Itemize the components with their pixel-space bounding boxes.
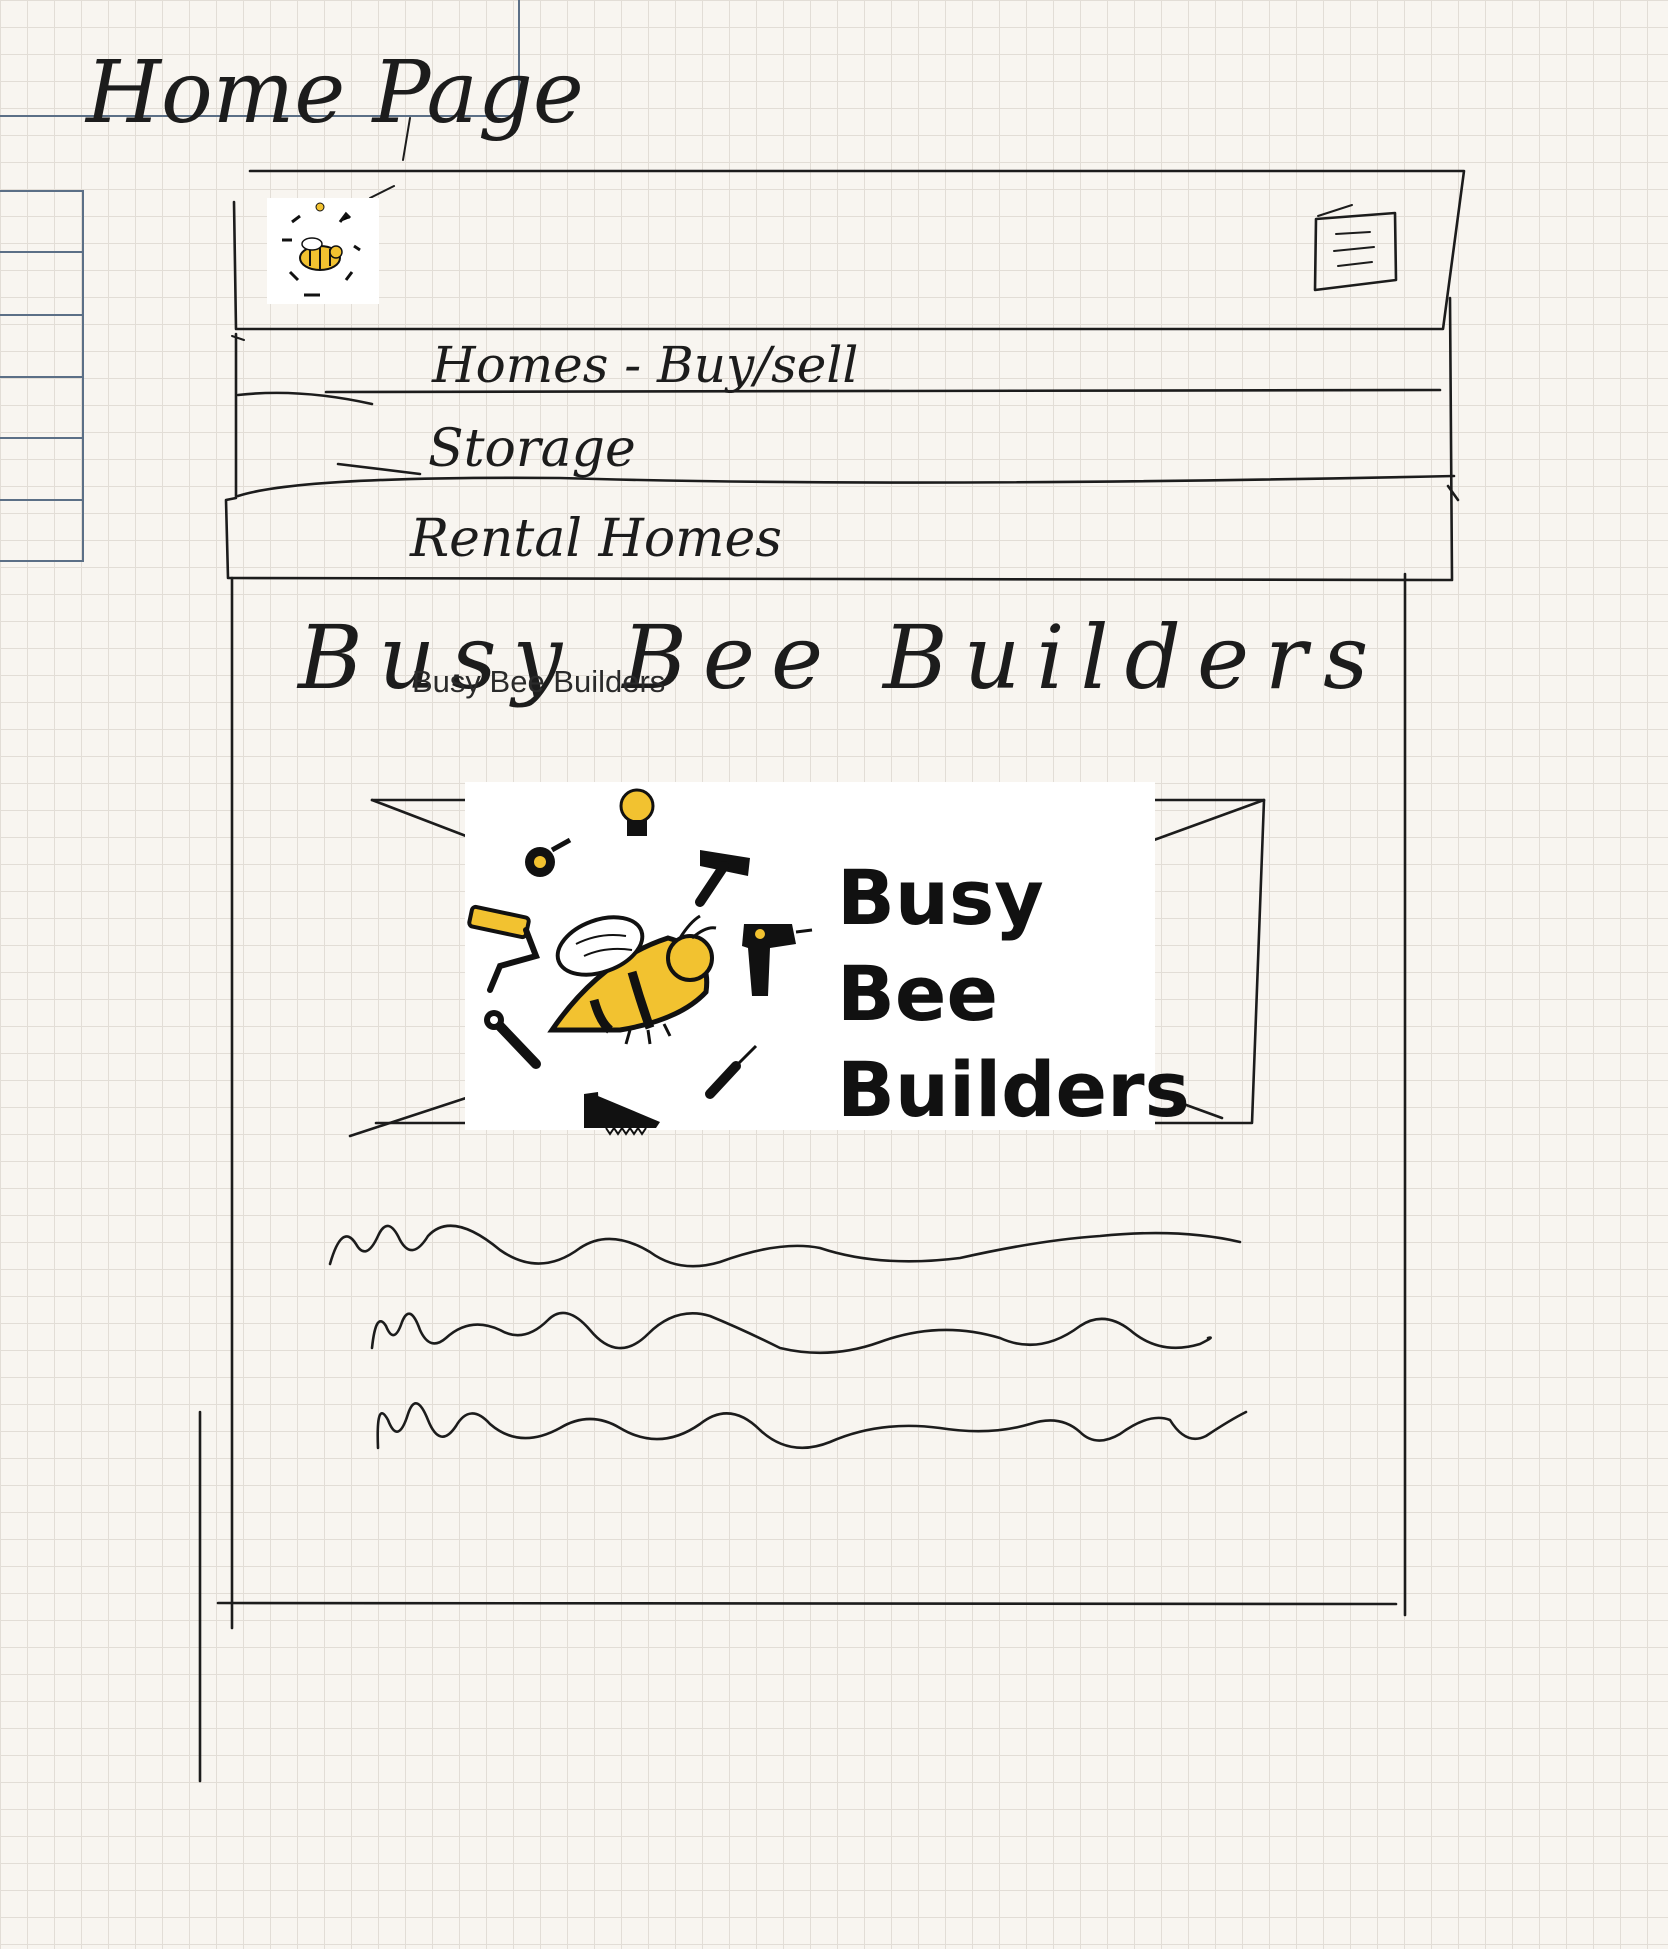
content-frame [198,572,1407,1783]
hero-logo: Busy Bee Builders [465,782,1190,1136]
hamburger-menu-icon[interactable] [1313,204,1398,292]
side-tabs [0,190,84,562]
typed-heading: Busy Bee Builders [412,664,666,699]
logo-word-busy: Busy [837,853,1044,942]
logo-word-bee: Bee [837,949,998,1038]
nav-item-rental-homes[interactable]: Rental Homes [409,509,782,569]
nav-item-storage[interactable]: Storage [428,419,636,479]
header-bar [232,169,1466,331]
header-logo[interactable] [267,198,379,304]
text-placeholder [328,1224,1248,1450]
page-title: Home Page [84,43,584,143]
wireframe-sketch: Home Page Homes - Buy/sell Storage Renta… [0,0,1466,1783]
nav-item-homes-buy-sell[interactable]: Homes - Buy/sell [431,336,858,394]
logo-word-builders: Builders [837,1045,1190,1134]
